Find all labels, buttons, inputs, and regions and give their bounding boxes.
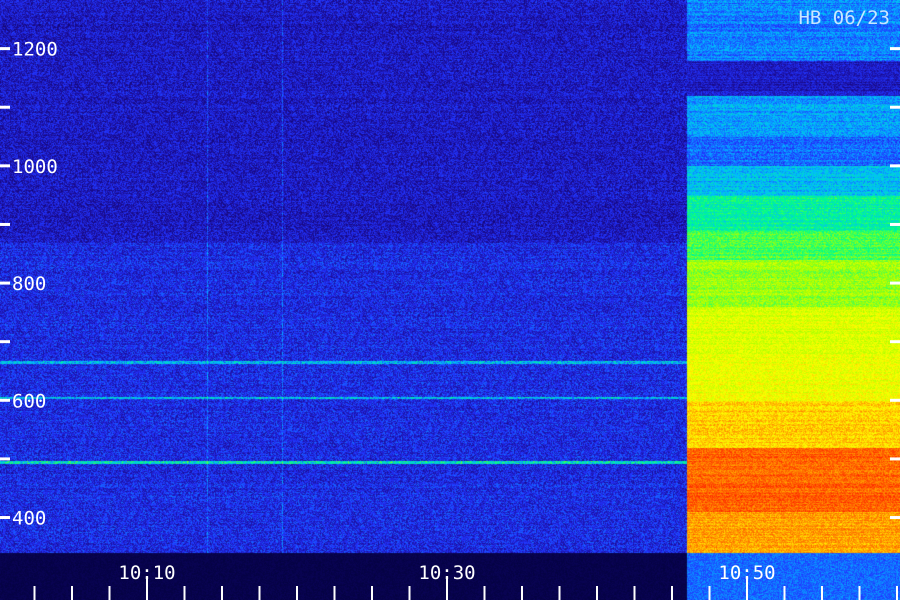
- y-tick-label-1: 1000: [12, 156, 58, 178]
- x-tick-label-1: 10:30: [418, 562, 475, 584]
- y-tick-label-4: 400: [12, 508, 46, 530]
- spectrogram-heatmap: [0, 0, 900, 600]
- y-tick-label-3: 600: [12, 390, 46, 412]
- x-tick-label-0: 10:10: [118, 562, 175, 584]
- x-tick-label-2: 10:50: [718, 562, 775, 584]
- y-tick-label-2: 800: [12, 273, 46, 295]
- spectrogram-chart: 1200 1000 800 600 400 10:10 10:30 10:50 HB 06/…: [0, 0, 900, 600]
- annotation-label: HB 06/23: [798, 7, 890, 29]
- y-tick-label-0: 1200: [12, 39, 58, 61]
